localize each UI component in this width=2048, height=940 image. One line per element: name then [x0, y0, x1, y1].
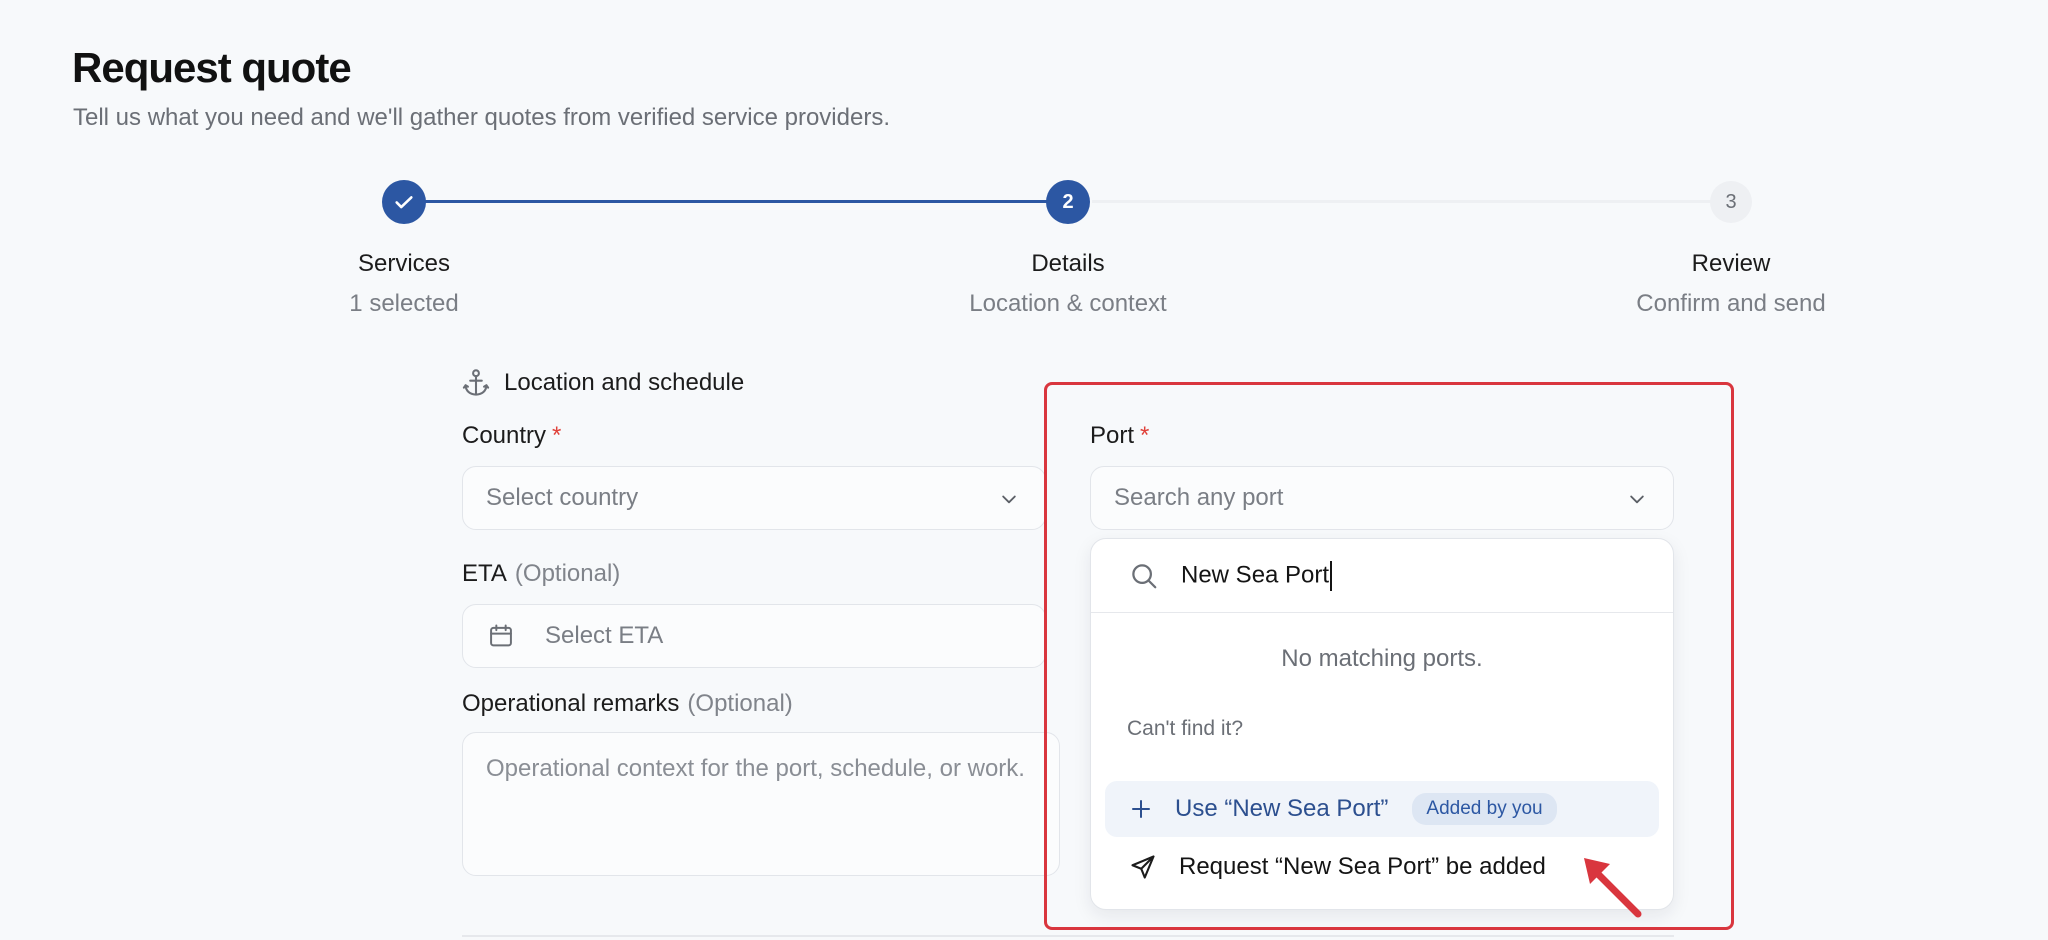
step-2-title: Details [1031, 250, 1105, 277]
eta-picker[interactable]: Select ETA [462, 604, 1046, 668]
step-1-subtitle: 1 selected [349, 290, 459, 317]
eta-label-text: ETA [462, 560, 507, 587]
step-connector-complete [425, 200, 1047, 203]
step-connector-pending [1092, 200, 1712, 203]
eta-placeholder: Select ETA [545, 622, 664, 649]
page-subtitle: Tell us what you need and we'll gather q… [73, 104, 890, 131]
highlight-annotation [1044, 382, 1734, 930]
required-mark: * [552, 422, 562, 449]
remarks-textarea[interactable]: Operational context for the port, schedu… [462, 732, 1060, 876]
check-icon [395, 196, 413, 209]
remarks-placeholder: Operational context for the port, schedu… [486, 755, 1025, 782]
step-1-indicator[interactable] [382, 180, 426, 224]
form-divider [462, 935, 1674, 937]
eta-label: ETA (Optional) [462, 560, 620, 588]
section-title: Location and schedule [504, 369, 745, 396]
arrow-annotation-icon [1584, 858, 1642, 918]
remarks-label: Operational remarks (Optional) [462, 690, 793, 718]
step-2-indicator[interactable]: 2 [1046, 180, 1090, 224]
step-3-subtitle: Confirm and send [1636, 290, 1826, 317]
step-3-indicator[interactable]: 3 [1710, 181, 1752, 223]
country-label: Country * [462, 422, 561, 450]
country-placeholder: Select country [486, 484, 639, 511]
optional-tag: (Optional) [687, 690, 793, 717]
country-select[interactable]: Select country [462, 466, 1046, 530]
section-heading: Location and schedule [462, 368, 744, 398]
anchor-icon [462, 369, 490, 396]
step-1-title: Services [357, 250, 451, 277]
page-title: Request quote [72, 44, 352, 91]
step-3-title: Review [1691, 250, 1771, 277]
step-2-subtitle: Location & context [969, 290, 1167, 317]
remarks-label-text: Operational remarks [462, 690, 680, 717]
optional-tag: (Optional) [514, 560, 621, 587]
calendar-icon [490, 624, 512, 647]
chevron-down-icon [1002, 495, 1016, 504]
country-label-text: Country [462, 422, 547, 449]
